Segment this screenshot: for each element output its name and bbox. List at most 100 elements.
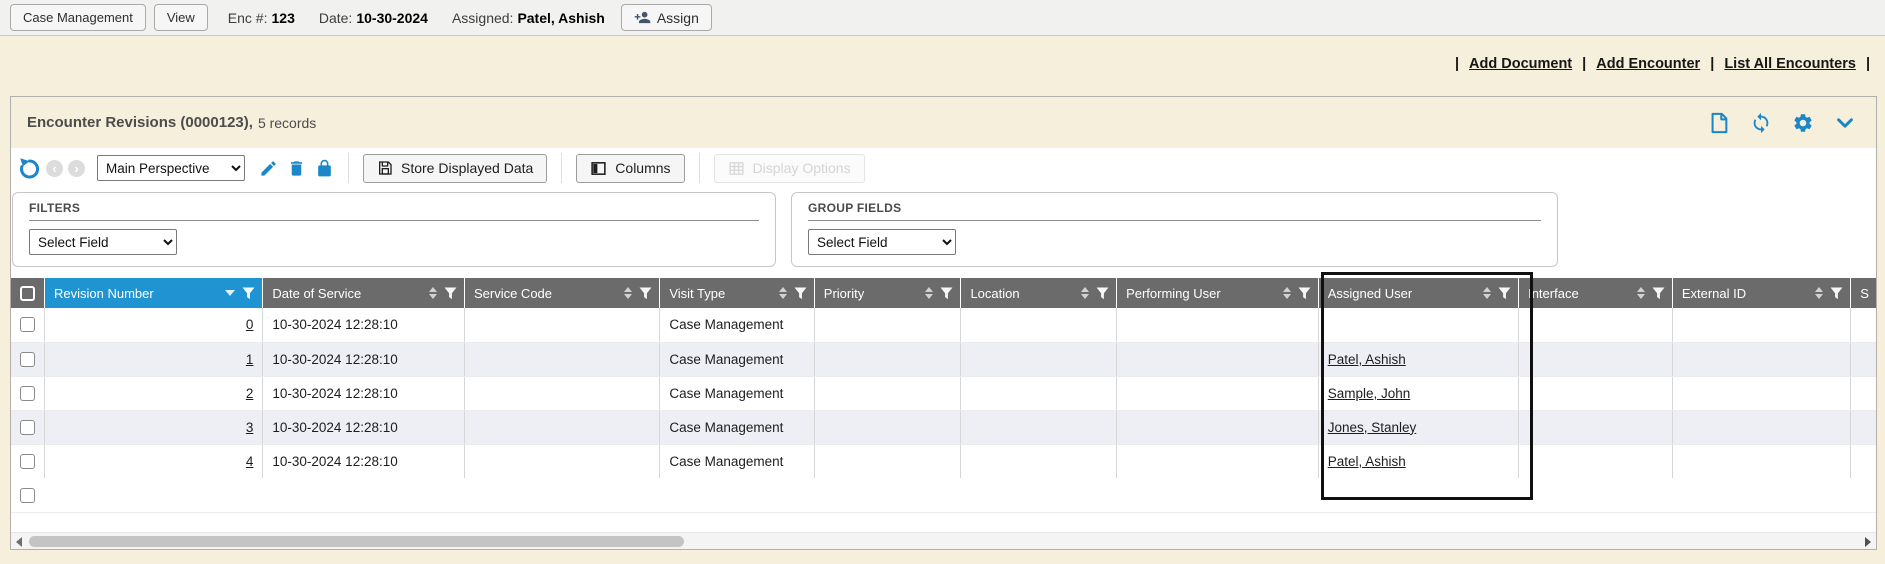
add-document-link[interactable]: Add Document: [1469, 56, 1572, 72]
row-checkbox[interactable]: [20, 352, 35, 367]
group-fields-select-field[interactable]: Select Field: [808, 229, 956, 255]
sort-arrows-icon[interactable]: [1483, 287, 1491, 299]
sort-arrows-icon[interactable]: [1815, 287, 1823, 299]
table-row: 310-30-2024 12:28:10Case ManagementJones…: [11, 410, 1876, 444]
assigned-value: Patel, Ashish: [517, 10, 604, 26]
refresh-icon[interactable]: [1750, 112, 1772, 134]
record-count: 5 records: [258, 115, 316, 131]
column-header-service-code[interactable]: Service Code: [464, 278, 659, 308]
sort-arrows-icon[interactable]: [779, 287, 787, 299]
assign-button[interactable]: Assign: [621, 4, 712, 31]
column-header-performing-user[interactable]: Performing User: [1117, 278, 1319, 308]
revision-number-link[interactable]: 2: [246, 386, 254, 401]
row-checkbox[interactable]: [20, 420, 35, 435]
list-all-encounters-link[interactable]: List All Encounters: [1724, 56, 1856, 72]
cell-checkbox: [11, 342, 45, 376]
add-encounter-link[interactable]: Add Encounter: [1596, 56, 1700, 72]
sort-arrows-icon[interactable]: [1637, 287, 1645, 299]
column-header-location[interactable]: Location: [961, 278, 1117, 308]
column-header-assigned-user[interactable]: Assigned User: [1318, 278, 1518, 308]
cell-interface: [1519, 376, 1673, 410]
cell-visit-type: Case Management: [660, 376, 814, 410]
perspective-select[interactable]: Main Perspective: [97, 155, 245, 181]
cell-assigned-user: Patel, Ashish: [1318, 342, 1518, 376]
row-checkbox[interactable]: [20, 386, 35, 401]
cell-revision-number: 0: [45, 308, 263, 342]
filter-funnel-icon[interactable]: [1096, 287, 1109, 300]
column-header-visit-type[interactable]: Visit Type: [660, 278, 814, 308]
scroll-left-arrow-icon[interactable]: [16, 537, 22, 547]
cell-revision-number: 4: [45, 444, 263, 478]
column-header-priority[interactable]: Priority: [814, 278, 961, 308]
sort-arrows-icon[interactable]: [429, 287, 437, 299]
case-management-button[interactable]: Case Management: [10, 4, 146, 31]
group-fields-label: GROUP FIELDS: [808, 201, 1541, 221]
cell-external-id: [1672, 376, 1850, 410]
sort-arrows-icon[interactable]: [624, 287, 632, 299]
scroll-right-arrow-icon[interactable]: [1865, 537, 1871, 547]
filter-funnel-icon[interactable]: [444, 287, 457, 300]
cell-revision-number: 1: [45, 342, 263, 376]
cell-date-of-service: 10-30-2024 12:28:10: [263, 376, 465, 410]
cell-assigned-user: Patel, Ashish: [1318, 444, 1518, 478]
column-header-external-id[interactable]: External ID: [1672, 278, 1850, 308]
cell-priority: [814, 376, 961, 410]
filters-select-field[interactable]: Select Field: [29, 229, 177, 255]
assigned-user-link[interactable]: Patel, Ashish: [1328, 352, 1406, 367]
column-header-interface[interactable]: Interface: [1519, 278, 1673, 308]
horizontal-scrollbar[interactable]: [11, 532, 1876, 549]
filter-funnel-icon[interactable]: [1652, 287, 1665, 300]
cell-performing-user: [1117, 308, 1319, 342]
sort-arrows-icon[interactable]: [1283, 287, 1291, 299]
revision-number-link[interactable]: 1: [246, 352, 254, 367]
sort-arrows-icon[interactable]: [225, 290, 235, 296]
encounter-date-value: 10-30-2024: [356, 10, 428, 26]
filter-funnel-icon[interactable]: [242, 287, 255, 300]
filter-funnel-icon[interactable]: [1498, 287, 1511, 300]
lock-icon[interactable]: [315, 159, 334, 178]
quick-links: | Add Document | Add Encounter | List Al…: [1454, 56, 1871, 72]
nav-back-icon[interactable]: ‹: [46, 160, 63, 177]
filter-funnel-icon[interactable]: [639, 287, 652, 300]
revision-number-link[interactable]: 0: [246, 317, 254, 332]
panel-title: Encounter Revisions (0000123),: [27, 114, 253, 131]
column-header-status-partial[interactable]: S: [1851, 278, 1876, 308]
group-fields-section: GROUP FIELDS Select Field: [791, 192, 1558, 267]
row-checkbox[interactable]: [20, 317, 35, 332]
cell-checkbox: [11, 444, 45, 478]
cell-location: [961, 410, 1117, 444]
cell-priority: [814, 308, 961, 342]
revision-number-link[interactable]: 4: [246, 454, 254, 469]
assigned-user-link[interactable]: Sample, John: [1328, 386, 1411, 401]
view-button[interactable]: View: [154, 4, 208, 31]
filter-funnel-icon[interactable]: [1830, 287, 1843, 300]
gear-icon[interactable]: [1792, 112, 1814, 134]
columns-button[interactable]: Columns: [576, 154, 684, 183]
store-displayed-data-button[interactable]: Store Displayed Data: [363, 154, 547, 183]
encounter-date-label: Date:: [319, 10, 352, 26]
assigned-user-link[interactable]: Jones, Stanley: [1328, 420, 1417, 435]
trash-icon[interactable]: [287, 159, 306, 178]
assigned-user-link[interactable]: Patel, Ashish: [1328, 454, 1406, 469]
row-checkbox[interactable]: [20, 454, 35, 469]
panel-header-icons: [1708, 112, 1860, 134]
filter-funnel-icon[interactable]: [940, 287, 953, 300]
filter-funnel-icon[interactable]: [794, 287, 807, 300]
sort-arrows-icon[interactable]: [1081, 287, 1089, 299]
column-header-date-of-service[interactable]: Date of Service: [263, 278, 465, 308]
nav-forward-icon[interactable]: ›: [68, 160, 85, 177]
new-document-icon[interactable]: [1708, 112, 1730, 134]
revision-number-link[interactable]: 3: [246, 420, 254, 435]
column-header-revision-number[interactable]: Revision Number: [45, 278, 263, 308]
undo-icon[interactable]: [17, 156, 41, 180]
encounter-revisions-table: Revision Number Date of Service Service Co…: [11, 278, 1876, 479]
cell-location: [961, 308, 1117, 342]
row-checkbox[interactable]: [20, 488, 35, 503]
scrollbar-thumb[interactable]: [29, 536, 684, 547]
pencil-icon[interactable]: [259, 159, 278, 178]
filter-funnel-icon[interactable]: [1298, 287, 1311, 300]
select-all-checkbox[interactable]: [20, 286, 35, 301]
column-label: Date of Service: [272, 286, 361, 301]
sort-arrows-icon[interactable]: [925, 287, 933, 299]
collapse-chevron-icon[interactable]: [1834, 112, 1856, 134]
